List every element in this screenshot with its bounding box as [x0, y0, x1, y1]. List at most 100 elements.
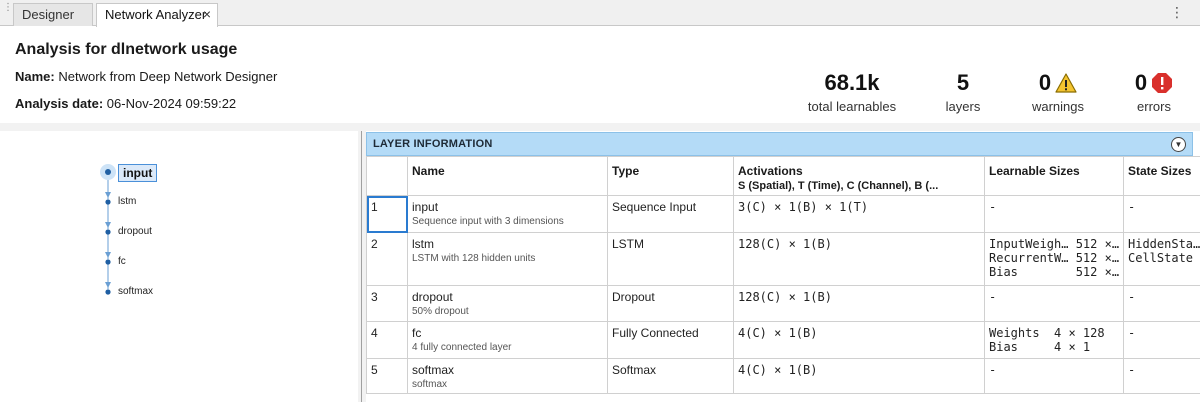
cell-learnable-sizes: - [984, 358, 1124, 394]
learnable-line: Weights 4 × 128 [989, 326, 1105, 340]
panel-splitter[interactable] [361, 131, 362, 402]
errors-label: errors [1137, 99, 1171, 114]
learnable-line: RecurrentW… 512 ×… [989, 251, 1120, 265]
state-line: - [1128, 326, 1136, 340]
graph-node-softmax[interactable] [105, 289, 111, 295]
stat-layers: 5 layers [928, 69, 998, 114]
activations-title: Activations [738, 164, 803, 178]
cell-name: lstm LSTM with 128 hidden units [407, 232, 608, 286]
node-label-lstm[interactable]: lstm [118, 196, 136, 207]
learnables-label: total learnables [807, 99, 897, 114]
tab-network-analyzer-label: Network Analyzer [105, 7, 207, 22]
errors-value: 0 [1134, 70, 1148, 95]
close-icon[interactable]: × [203, 4, 211, 25]
cell-state-sizes: - [1123, 195, 1200, 233]
table-row[interactable]: 1 input Sequence input with 3 dimensions… [366, 195, 1200, 233]
table-row[interactable]: 2 lstm LSTM with 128 hidden units LSTM 1… [366, 232, 1200, 286]
graph-node-input[interactable] [105, 169, 111, 175]
layer-name: softmax [412, 363, 455, 377]
layers-label: layers [945, 99, 981, 114]
node-label-input[interactable]: input [118, 164, 158, 182]
graph-node-fc[interactable] [105, 259, 111, 265]
layer-description: LSTM with 128 hidden units [412, 253, 536, 264]
graph-node-lstm[interactable] [105, 199, 111, 205]
state-line: HiddenSta… [1128, 237, 1200, 251]
warnings-label: warnings [1031, 99, 1085, 114]
layer-information-header: LAYER INFORMATION ▼ [366, 132, 1193, 156]
row-index: 5 [366, 358, 408, 394]
cell-type: Sequence Input [607, 195, 734, 233]
table-header-row: Name Type Activations S (Spatial), T (Ti… [366, 156, 1200, 196]
layer-table: Name Type Activations S (Spatial), T (Ti… [366, 156, 1200, 394]
cell-activations: 4(C) × 1(B) [733, 358, 985, 394]
cell-type: Softmax [607, 358, 734, 394]
state-line: - [1128, 200, 1136, 214]
row-index: 2 [366, 232, 408, 286]
arrow-icon [105, 252, 111, 258]
tab-network-analyzer[interactable]: Network Analyzer × [96, 3, 218, 27]
table-row[interactable]: 3 dropout 50% dropout Dropout 128(C) × 1… [366, 285, 1200, 322]
learnable-line: - [989, 290, 997, 304]
row-index: 3 [366, 285, 408, 322]
learnable-line: - [989, 363, 997, 377]
layer-description: softmax [412, 379, 448, 390]
page-title: Analysis for dlnetwork usage [15, 41, 238, 58]
cell-state-sizes: - [1123, 321, 1200, 359]
arrow-icon [105, 222, 111, 228]
graph-node-dropout[interactable] [105, 229, 111, 235]
tab-designer-label: Designer [22, 7, 75, 22]
panel-gutter [358, 123, 366, 402]
learnable-line: InputWeigh… 512 ×… [989, 237, 1120, 251]
graph-canvas [100, 164, 116, 295]
cell-name: input Sequence input with 3 dimensions [407, 195, 608, 233]
cell-name: dropout 50% dropout [407, 285, 608, 322]
layer-description: 4 fully connected layer [412, 342, 512, 353]
error-icon [1152, 73, 1173, 93]
network-graph[interactable]: input lstm dropout fc softmax [8, 131, 358, 402]
learnable-line: Bias 512 ×… [989, 265, 1120, 279]
layer-description: 50% dropout [412, 306, 469, 317]
state-line: - [1128, 363, 1136, 377]
learnables-value: 68.1k [824, 70, 880, 95]
date-label: Analysis date: [15, 96, 104, 111]
cell-type: LSTM [607, 232, 734, 286]
learnable-line: Bias 4 × 1 [989, 340, 1091, 354]
tab-bar: ⋮ Designer Network Analyzer × ⋮ [0, 0, 1200, 27]
layer-name: dropout [412, 290, 453, 304]
layer-description: Sequence input with 3 dimensions [412, 216, 564, 227]
stat-errors[interactable]: 0 errors [1124, 69, 1184, 114]
collapse-chevron-icon[interactable]: ▼ [1171, 137, 1186, 152]
column-header-state-sizes[interactable]: State Sizes [1123, 156, 1200, 196]
table-row[interactable]: 5 softmax softmax Softmax 4(C) × 1(B) - … [366, 358, 1200, 394]
cell-type: Fully Connected [607, 321, 734, 359]
layer-name: lstm [412, 237, 434, 251]
cell-learnable-sizes: - [984, 195, 1124, 233]
row-index: 4 [366, 321, 408, 359]
node-label-softmax[interactable]: softmax [118, 286, 153, 297]
cell-learnable-sizes: Weights 4 × 128 Bias 4 × 1 [984, 321, 1124, 359]
more-options-icon[interactable]: ⋮ [1170, 4, 1184, 20]
cell-state-sizes: HiddenSta… CellState [1123, 232, 1200, 286]
network-name: Name: Network from Deep Network Designer [15, 69, 277, 84]
cell-activations: 3(C) × 1(B) × 1(T) [733, 195, 985, 233]
layers-value: 5 [956, 70, 970, 95]
column-header-activations[interactable]: Activations S (Spatial), T (Time), C (Ch… [733, 156, 985, 196]
column-header-learnable-sizes[interactable]: Learnable Sizes [984, 156, 1124, 196]
drag-grip-icon[interactable]: ⋮ [3, 3, 13, 18]
cell-activations: 4(C) × 1(B) [733, 321, 985, 359]
stat-warnings[interactable]: 0 warnings [1023, 69, 1093, 114]
node-label-fc[interactable]: fc [118, 256, 126, 267]
state-line: CellState [1128, 251, 1194, 265]
node-label-dropout[interactable]: dropout [118, 226, 152, 237]
date-value: 06-Nov-2024 09:59:22 [106, 96, 237, 111]
table-row[interactable]: 4 fc 4 fully connected layer Fully Conne… [366, 321, 1200, 359]
cell-state-sizes: - [1123, 285, 1200, 322]
warning-icon [1055, 73, 1077, 93]
column-header-name[interactable]: Name [407, 156, 608, 196]
column-header-type[interactable]: Type [607, 156, 734, 196]
activations-subtitle: S (Spatial), T (Time), C (Channel), B (.… [738, 180, 939, 192]
cell-type: Dropout [607, 285, 734, 322]
name-value: Network from Deep Network Designer [58, 69, 278, 84]
cell-activations: 128(C) × 1(B) [733, 232, 985, 286]
tab-designer[interactable]: Designer [13, 3, 93, 26]
